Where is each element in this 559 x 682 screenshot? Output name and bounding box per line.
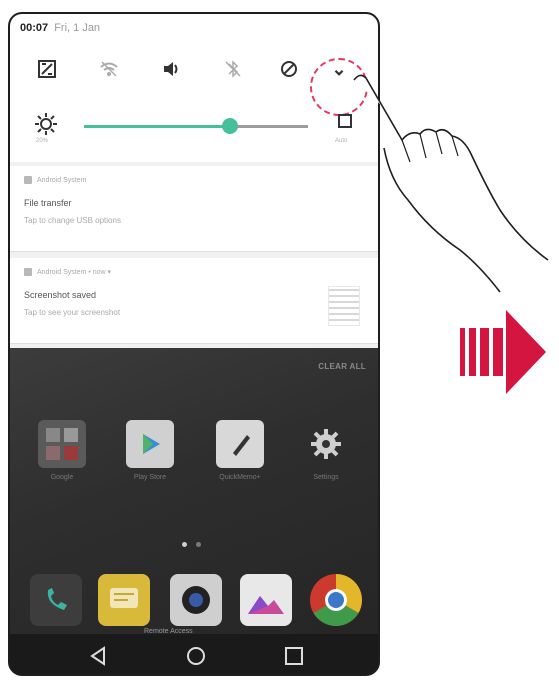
app-google-folder[interactable]: Google [30,420,94,481]
navigation-bar [10,634,378,674]
notification-app-line: Android System • now ▾ [24,268,111,276]
status-date: Fri, 1 Jan [54,22,101,34]
app-quickmemo[interactable]: QuickMemo+ [208,420,272,481]
app-settings[interactable]: Settings [294,420,358,481]
status-time: 00:07 [20,22,49,34]
notification-title: File transfer [24,198,72,208]
google-folder-icon [38,420,86,468]
quick-settings-panel: ⌄ 20% Auto [10,42,378,162]
recents-icon[interactable] [282,644,306,668]
brightness-slider-thumb[interactable] [221,118,238,134]
notification-body: Tap to change USB options [24,216,121,225]
pen-icon [216,420,264,468]
next-step-arrow-icon [460,310,546,394]
screenshot-app-icon [24,268,32,276]
notification-app-name: Android System • now ▾ [37,269,112,276]
notification-body: Tap to see your screenshot [24,308,121,317]
page-indicator [182,534,210,552]
brightness-row: 20% Auto [10,104,378,154]
page-dot-active [182,542,187,547]
app-label: Settings [313,474,339,481]
brightness-slider-fill [84,125,230,128]
brightness-slider[interactable] [84,118,308,134]
notification-title: Screenshot saved [24,290,97,300]
sound-icon[interactable] [158,56,184,82]
screen-rotation-icon[interactable] [34,56,60,82]
notification-app-line: Android System [24,176,86,184]
play-store-icon [126,420,174,468]
notification-list: Android System File transfer Tap to chan… [10,162,378,348]
app-label: QuickMemo+ [219,474,261,481]
gear-icon [302,420,350,468]
phone-icon[interactable] [30,574,82,626]
do-not-disturb-icon[interactable] [276,56,302,82]
notification-app-name: Android System [37,176,87,184]
clear-all-button[interactable]: CLEAR ALL [318,362,366,371]
home-icon[interactable] [184,644,208,668]
brightness-sun-icon [35,113,57,135]
back-icon[interactable] [86,644,110,668]
tapping-hand-illustration [353,74,549,293]
app-play-store[interactable]: Play Store [118,420,182,481]
status-bar: 00:07 Fri, 1 Jan [10,14,378,42]
android-system-icon [24,176,32,184]
brightness-caption: 20% [36,138,49,144]
page-dot [196,542,201,547]
wifi-off-icon[interactable] [96,56,122,82]
notification-file-transfer[interactable]: Android System File transfer Tap to chan… [10,166,378,252]
camera-icon[interactable] [170,574,222,626]
app-label: Play Store [133,474,167,481]
app-label: Google [50,474,74,481]
phone-frame: 00:07 Fri, 1 Jan ⌄ 20% Auto Android Syst… [8,12,380,676]
messages-icon[interactable] [98,574,150,626]
notification-screenshot[interactable]: Android System • now ▾ Screenshot saved … [10,258,378,344]
home-screen: CLEAR ALL Google Play Store QuickMemo+ S… [10,348,378,674]
bluetooth-off-icon[interactable] [220,56,246,82]
chrome-icon[interactable] [310,574,362,626]
gallery-icon[interactable] [240,574,292,626]
